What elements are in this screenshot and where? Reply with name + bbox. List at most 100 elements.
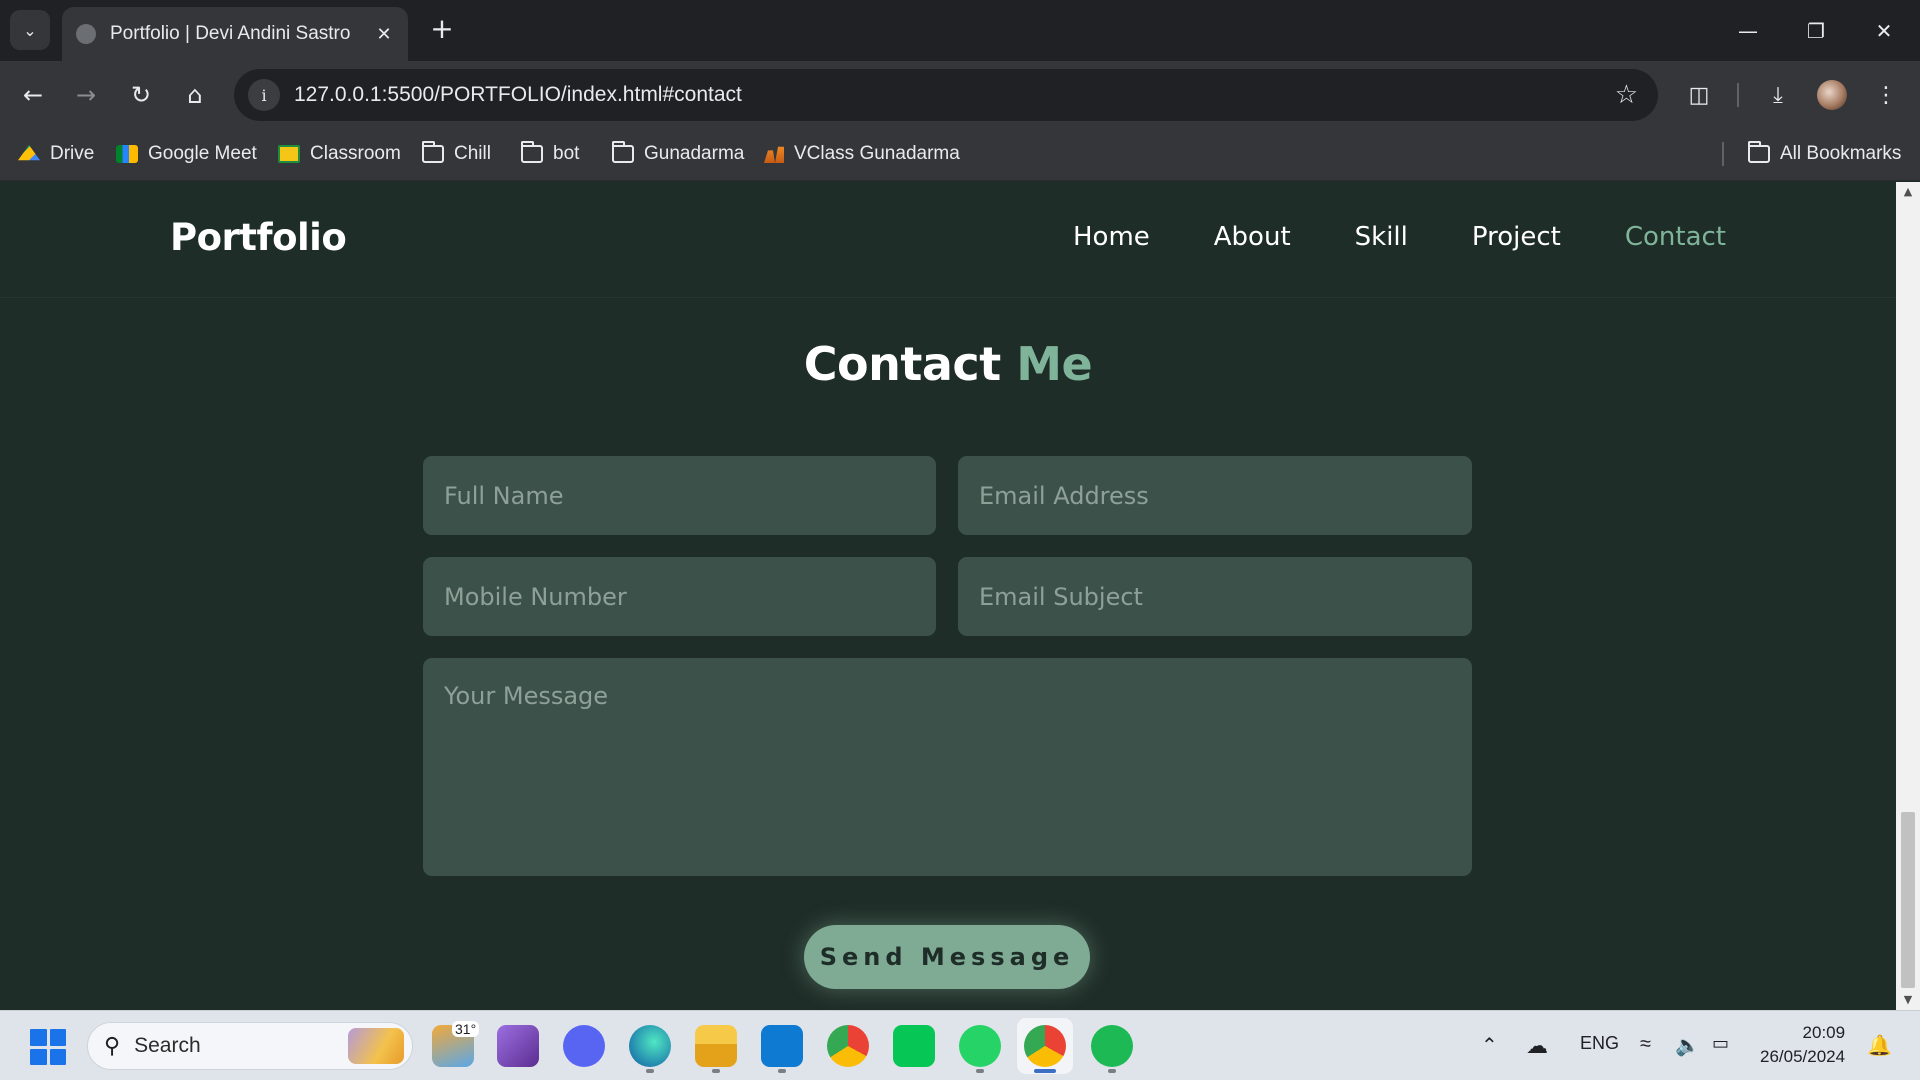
arrow-left-icon: ← — [22, 81, 44, 109]
clock-date: 26/05/2024 — [1760, 1047, 1846, 1066]
bookmark-label: Gunadarma — [644, 143, 745, 164]
chrome-icon[interactable] — [827, 1025, 869, 1067]
wifi-icon[interactable]: ≈ — [1640, 1033, 1651, 1056]
scroll-down-arrow[interactable]: ▼ — [1896, 990, 1920, 1010]
close-window-button[interactable]: ✕ — [1850, 0, 1918, 61]
bookmarks-divider — [1722, 142, 1724, 166]
tray-overflow-icon[interactable]: ⌃ — [1481, 1033, 1498, 1058]
forward-button[interactable]: → — [66, 75, 106, 115]
scroll-thumb[interactable] — [1901, 812, 1915, 988]
file-explorer-icon[interactable] — [695, 1025, 737, 1067]
nav-skill[interactable]: Skill — [1355, 222, 1408, 252]
restore-button[interactable]: ❐ — [1782, 0, 1850, 61]
folder-icon — [1748, 141, 1770, 163]
windows-start-icon[interactable] — [30, 1029, 66, 1065]
contact-heading-accent: Me — [1016, 337, 1093, 391]
reload-icon: ↻ — [130, 81, 152, 109]
nav-about[interactable]: About — [1214, 222, 1291, 252]
taskbar-search-label: Search — [134, 1034, 201, 1057]
page-viewport: Portfolio Home About Skill Project Conta… — [0, 182, 1896, 1010]
new-tab-button[interactable]: + — [424, 12, 460, 48]
full-name-input[interactable] — [423, 456, 936, 535]
all-bookmarks-label: All Bookmarks — [1780, 143, 1902, 164]
mobile-number-input[interactable] — [423, 557, 936, 636]
download-icon[interactable]: ⤓ — [1758, 75, 1798, 115]
line-icon[interactable] — [893, 1025, 935, 1067]
bookmark-label: Chill — [454, 143, 491, 164]
scroll-up-arrow[interactable]: ▲ — [1896, 182, 1920, 202]
weather-temp: 31° — [452, 1021, 480, 1037]
site-logo[interactable]: Portfolio — [170, 216, 347, 259]
minimize-button[interactable]: — — [1714, 0, 1782, 61]
google-meet-icon — [116, 145, 138, 163]
email-input[interactable] — [958, 456, 1472, 535]
email-subject-input[interactable] — [958, 557, 1472, 636]
chevron-down-icon: ⌄ — [23, 20, 37, 40]
browser-tab[interactable]: Portfolio | Devi Andini Sastro ✕ — [62, 7, 408, 61]
visual-studio-icon[interactable] — [497, 1025, 539, 1067]
tab-search-button[interactable]: ⌄ — [10, 10, 50, 50]
whatsapp-icon[interactable] — [959, 1025, 1001, 1067]
browser-toolbar: ← → ↻ ⌂ i 127.0.0.1:5500/PORTFOLIO/index… — [0, 61, 1920, 128]
spotify-icon[interactable] — [1091, 1025, 1133, 1067]
bookmark-label: Google Meet — [148, 143, 257, 164]
home-button[interactable]: ⌂ — [175, 75, 215, 115]
discord-icon[interactable] — [563, 1025, 605, 1067]
nav-home[interactable]: Home — [1073, 222, 1150, 252]
bookmark-chill[interactable]: Chill — [422, 140, 491, 168]
language-indicator[interactable]: ENG — [1580, 1033, 1619, 1054]
restore-icon: ❐ — [1807, 18, 1825, 43]
close-icon[interactable]: ✕ — [372, 24, 396, 45]
address-bar[interactable]: i 127.0.0.1:5500/PORTFOLIO/index.html#co… — [234, 69, 1658, 121]
edge-icon[interactable] — [629, 1025, 671, 1067]
bookmark-classroom[interactable]: Classroom — [278, 140, 401, 168]
bookmark-label: bot — [553, 143, 580, 164]
more-menu-icon[interactable]: ⋮ — [1866, 75, 1906, 115]
running-indicator — [1108, 1069, 1116, 1073]
bookmark-vclass[interactable]: VClass Gunadarma — [764, 140, 960, 168]
nav-contact[interactable]: Contact — [1625, 222, 1726, 252]
main-nav: Home About Skill Project Contact — [1073, 222, 1726, 252]
bookmark-label: Drive — [50, 143, 95, 164]
contact-heading: Contact Me — [0, 337, 1896, 391]
vscode-icon[interactable] — [761, 1025, 803, 1067]
bookmark-bot[interactable]: bot — [521, 140, 579, 168]
browser-tab-bar: ⌄ Portfolio | Devi Andini Sastro ✕ + — ❐… — [0, 0, 1920, 61]
toolbar-divider — [1737, 83, 1739, 107]
reload-button[interactable]: ↻ — [121, 75, 161, 115]
onedrive-icon[interactable]: ☁ — [1526, 1033, 1548, 1059]
page-scrollbar[interactable]: ▲ ▼ — [1896, 182, 1920, 1010]
bookmark-gunadarma[interactable]: Gunadarma — [612, 140, 744, 168]
folder-icon — [422, 141, 444, 163]
contact-heading-main: Contact — [803, 337, 1001, 391]
battery-icon[interactable]: ▭ — [1712, 1033, 1729, 1054]
active-indicator — [1034, 1069, 1056, 1073]
extensions-icon[interactable]: ◫ — [1679, 75, 1719, 115]
bookmark-drive[interactable]: Drive — [18, 140, 94, 168]
home-icon: ⌂ — [187, 81, 203, 109]
running-indicator — [646, 1069, 654, 1073]
bookmark-label: Classroom — [310, 143, 401, 164]
profile-avatar[interactable] — [1817, 80, 1847, 110]
clock-time: 20:09 — [1802, 1023, 1846, 1042]
arrow-right-icon: → — [75, 81, 97, 109]
chrome-profile-taskbar-button[interactable] — [1017, 1018, 1073, 1074]
taskbar-search[interactable]: ⚲ Search — [87, 1022, 413, 1070]
bookmark-google-meet[interactable]: Google Meet — [116, 140, 257, 168]
back-button[interactable]: ← — [13, 75, 53, 115]
system-clock[interactable]: 20:09 26/05/2024 — [1760, 1021, 1845, 1069]
url-text[interactable]: 127.0.0.1:5500/PORTFOLIO/index.html#cont… — [294, 83, 1615, 107]
google-classroom-icon — [278, 145, 300, 163]
search-highlight-icon — [348, 1028, 404, 1064]
site-info-icon[interactable]: i — [248, 79, 280, 111]
volume-icon[interactable]: 🔈 — [1675, 1033, 1700, 1058]
running-indicator — [778, 1069, 786, 1073]
nav-project[interactable]: Project — [1472, 222, 1561, 252]
notification-bell-icon[interactable]: 🔔 — [1867, 1033, 1892, 1058]
bookmarks-bar: Drive Google Meet Classroom Chill bot Gu… — [0, 128, 1920, 181]
message-textarea[interactable] — [423, 658, 1472, 876]
bookmark-star-icon[interactable]: ☆ — [1615, 80, 1638, 110]
all-bookmarks-button[interactable]: All Bookmarks — [1748, 140, 1901, 168]
running-indicator — [976, 1069, 984, 1073]
send-message-button[interactable]: Send Message — [804, 925, 1090, 989]
